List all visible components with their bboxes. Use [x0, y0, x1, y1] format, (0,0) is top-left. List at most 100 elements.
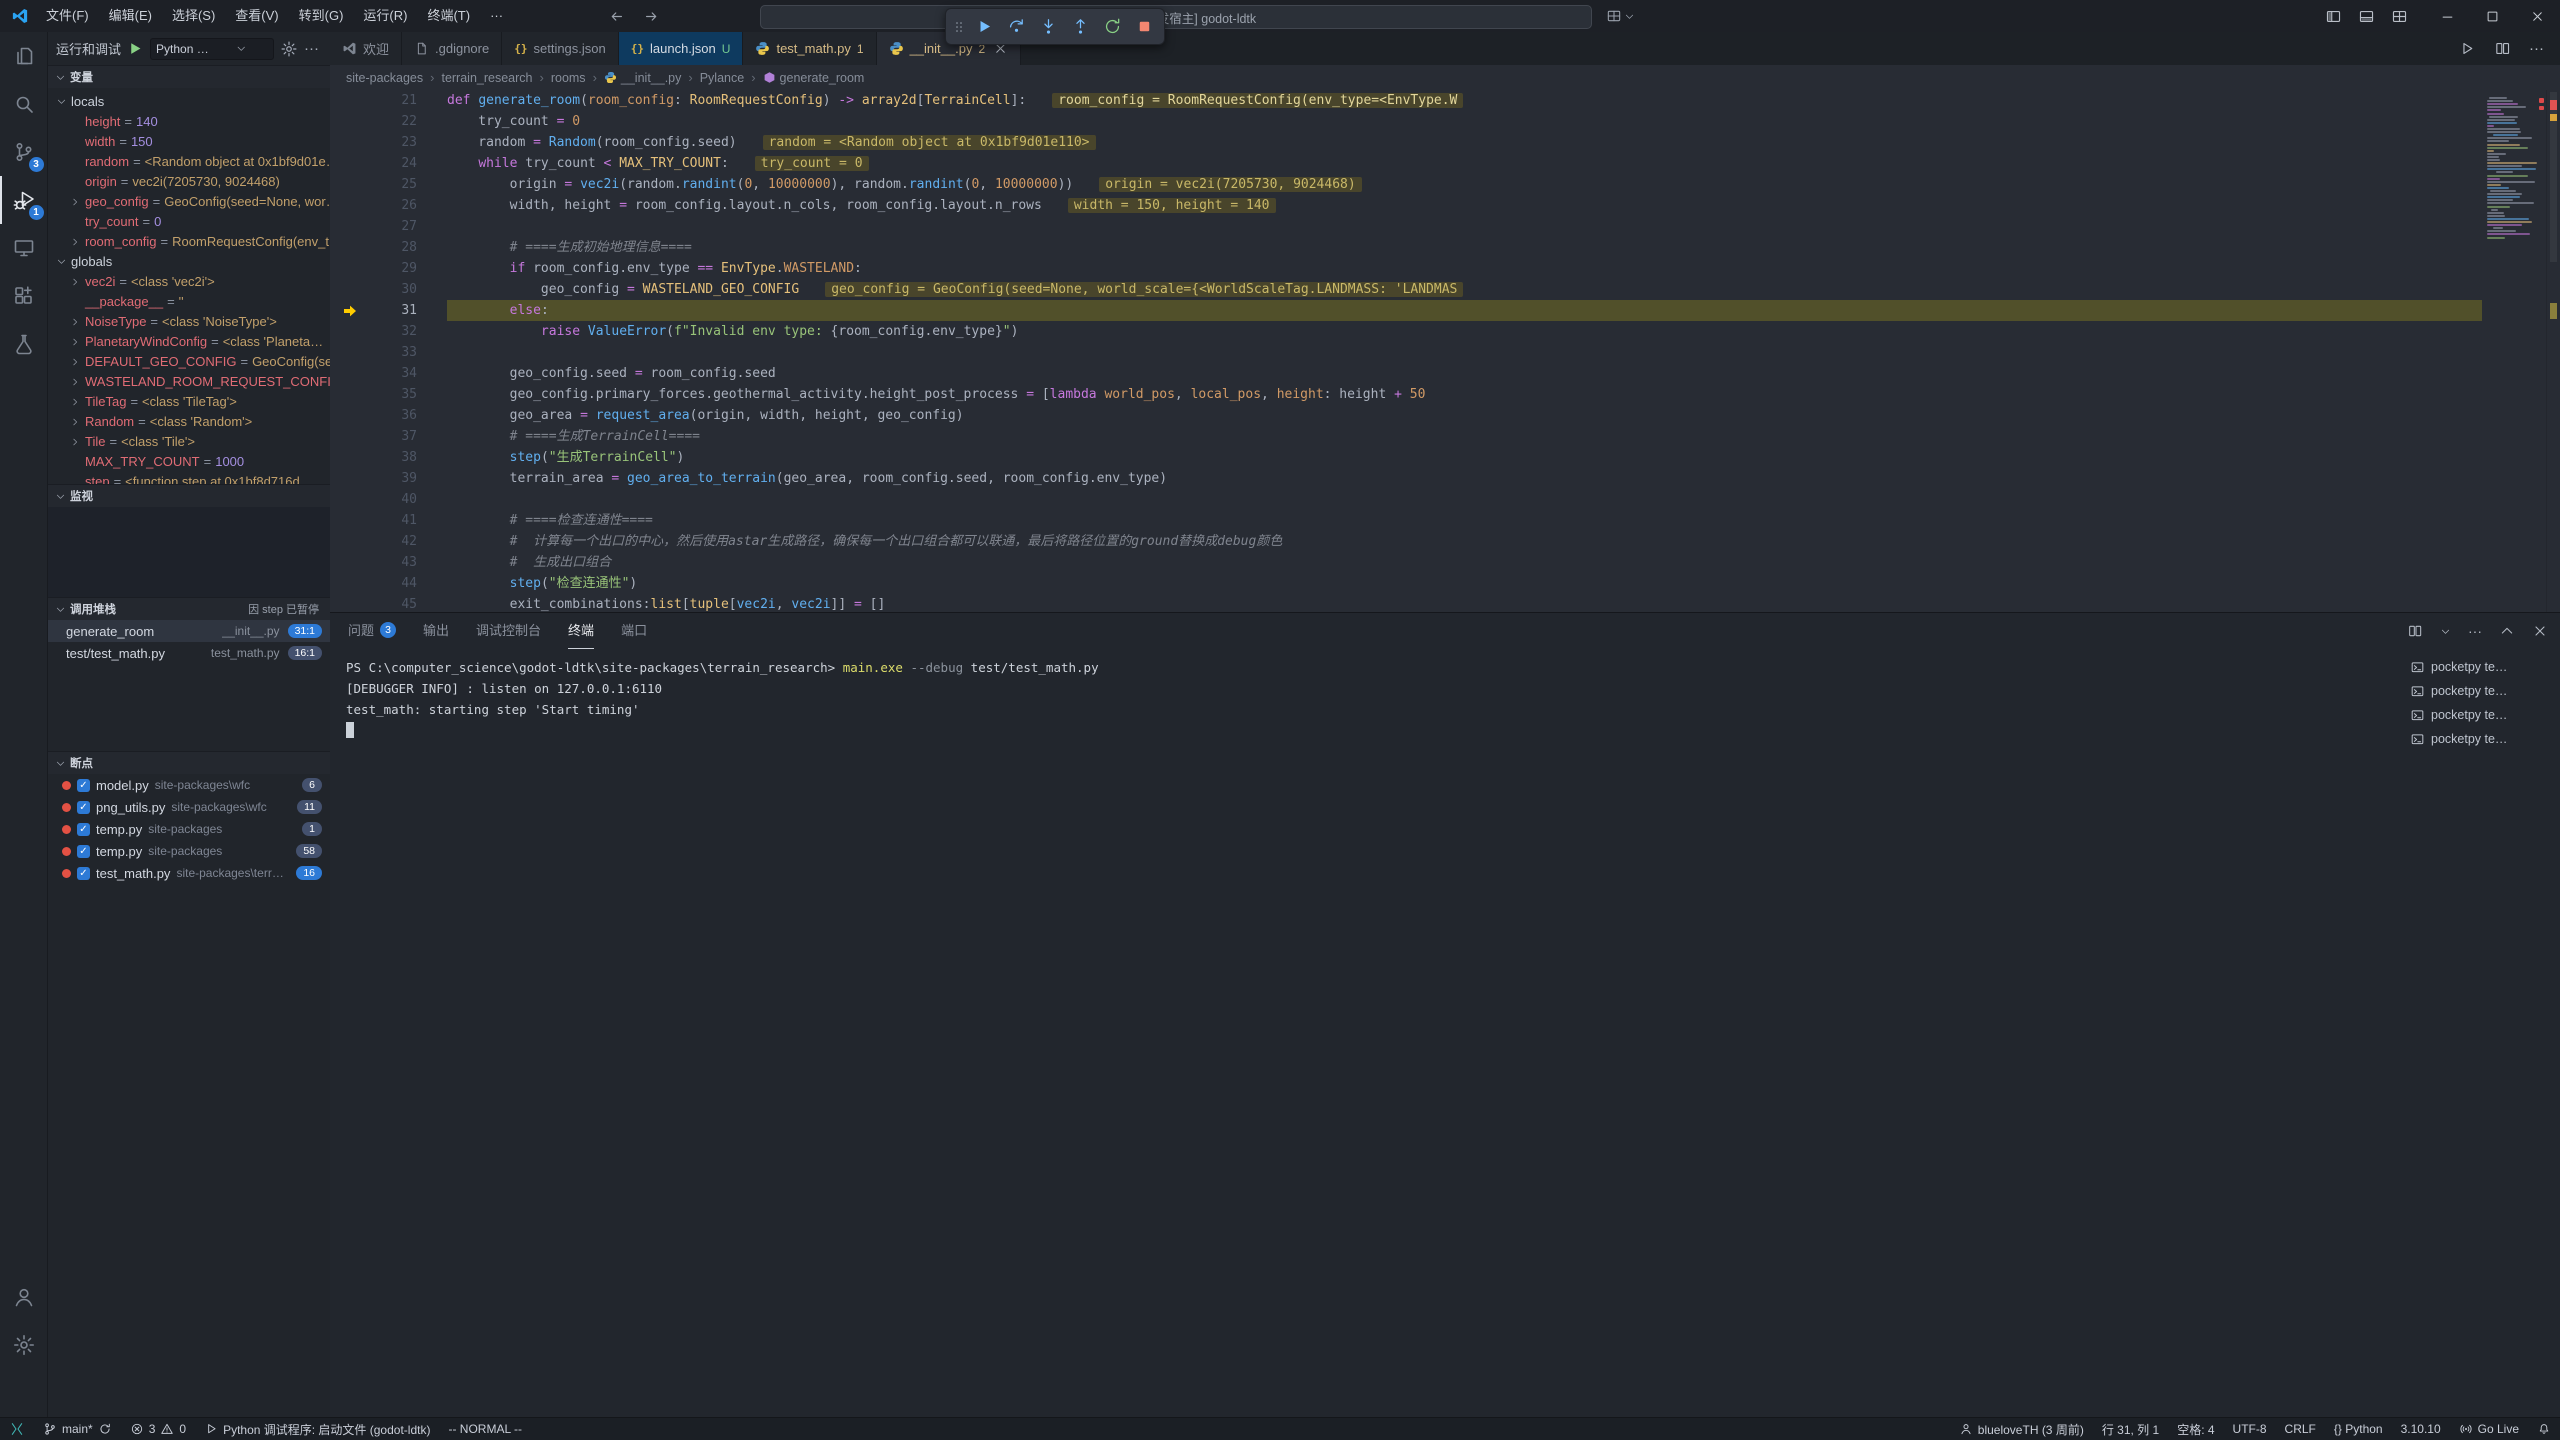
code-line[interactable]: 35 geo_config.primary_forces.geothermal_…: [330, 384, 2560, 405]
code-line[interactable]: 21def generate_room(room_config: RoomReq…: [330, 90, 2560, 111]
breakpoint-row[interactable]: ✓temp.pysite-packages1: [48, 818, 330, 840]
command-center[interactable]: [扩展开发宿主] godot-ldtk: [760, 5, 1592, 29]
panel-more-icon[interactable]: ···: [2468, 623, 2482, 639]
variable-row[interactable]: NoiseType=<class 'NoiseType'>: [48, 311, 330, 331]
tab-欢迎[interactable]: 欢迎: [330, 32, 402, 65]
breakpoint-row[interactable]: ✓test_math.pysite-packages\terrain_res…1…: [48, 862, 330, 884]
code-line[interactable]: 40: [330, 489, 2560, 510]
code-line[interactable]: 36 geo_area = request_area(origin, width…: [330, 405, 2560, 426]
breadcrumb-item[interactable]: generate_room: [763, 71, 865, 85]
variable-row[interactable]: room_config=RoomRequestConfig(env_t…: [48, 231, 330, 251]
code-line[interactable]: 33: [330, 342, 2560, 363]
variable-row[interactable]: vec2i=<class 'vec2i'>: [48, 271, 330, 291]
variable-row[interactable]: height=140: [48, 111, 330, 131]
variable-row[interactable]: DEFAULT_GEO_CONFIG=GeoConfig(seed=1…: [48, 351, 330, 371]
variable-scope-globals[interactable]: globals: [48, 251, 330, 271]
panel-tab-问题[interactable]: 问题3: [348, 613, 396, 649]
terminal-instance[interactable]: pocketpy te…: [2404, 655, 2554, 679]
breakpoint-row[interactable]: ✓png_utils.pysite-packages\wfc11: [48, 796, 330, 818]
code-line[interactable]: 23 random = Random(room_config.seed)rand…: [330, 132, 2560, 153]
breakpoint-checkbox[interactable]: ✓: [77, 823, 90, 836]
maximize-panel-icon[interactable]: [2499, 623, 2515, 639]
variable-row[interactable]: WASTELAND_ROOM_REQUEST_CONFIG=RoomR…: [48, 371, 330, 391]
variable-row[interactable]: TileTag=<class 'TileTag'>: [48, 391, 330, 411]
variable-row[interactable]: Tile=<class 'Tile'>: [48, 431, 330, 451]
toggle-sidebar-icon[interactable]: [2320, 8, 2347, 25]
close-button[interactable]: [2515, 0, 2560, 32]
breakpoint-checkbox[interactable]: ✓: [77, 867, 90, 880]
code-line[interactable]: 29 if room_config.env_type == EnvType.WA…: [330, 258, 2560, 279]
step-over-button[interactable]: [1002, 12, 1031, 41]
status-language[interactable]: {} Python: [2325, 1418, 2392, 1440]
gear-icon[interactable]: [280, 40, 298, 58]
breakpoint-row[interactable]: ✓temp.pysite-packages58: [48, 840, 330, 862]
variable-row[interactable]: Random=<class 'Random'>: [48, 411, 330, 431]
debug-config-select[interactable]: Python 调试程序: 启动文件: [150, 38, 274, 60]
back-icon[interactable]: [608, 8, 625, 25]
menu-item[interactable]: 文件(F): [36, 0, 99, 32]
variable-row[interactable]: MAX_TRY_COUNT=1000: [48, 451, 330, 471]
status-python-version[interactable]: 3.10.10: [2392, 1418, 2450, 1440]
status-cursor-position[interactable]: 行 31, 列 1: [2093, 1418, 2168, 1440]
stack-frame[interactable]: test/test_math.pytest_math.py16:1: [48, 642, 330, 664]
code-line[interactable]: 24 while try_count < MAX_TRY_COUNT:try_c…: [330, 153, 2560, 174]
status-problems[interactable]: 30: [121, 1418, 195, 1440]
panel-tab-调试控制台[interactable]: 调试控制台: [476, 613, 541, 649]
terminal-output[interactable]: PS C:\computer_science\godot-ldtk\site-p…: [346, 657, 1099, 741]
split-terminal-icon[interactable]: [2407, 623, 2423, 639]
menu-item[interactable]: 运行(R): [353, 0, 417, 32]
customize-layout-icon[interactable]: [2386, 8, 2413, 25]
code-line[interactable]: 44 step("检查连通性"): [330, 573, 2560, 594]
status-remote[interactable]: [0, 1418, 34, 1440]
menu-item[interactable]: 终端(T): [417, 0, 480, 32]
breakpoint-checkbox[interactable]: ✓: [77, 801, 90, 814]
minimap[interactable]: [2482, 90, 2546, 612]
remote-window-button[interactable]: [1606, 5, 1635, 27]
status-branch[interactable]: main*: [34, 1418, 121, 1440]
variable-row[interactable]: PlanetaryWindConfig=<class 'Planeta…: [48, 331, 330, 351]
scrollbar[interactable]: [2546, 90, 2560, 612]
variable-row[interactable]: geo_config=GeoConfig(seed=None, wor…: [48, 191, 330, 211]
variable-row[interactable]: width=150: [48, 131, 330, 151]
code-line[interactable]: 39 terrain_area = geo_area_to_terrain(ge…: [330, 468, 2560, 489]
toggle-panel-icon[interactable]: [2353, 8, 2380, 25]
status-indentation[interactable]: 空格: 4: [2168, 1418, 2223, 1440]
activity-source-control[interactable]: 3: [0, 128, 48, 176]
code-editor[interactable]: 21def generate_room(room_config: RoomReq…: [330, 90, 2560, 612]
activity-extensions[interactable]: [0, 272, 48, 320]
status-bell[interactable]: [2528, 1418, 2560, 1440]
variable-scope-locals[interactable]: locals: [48, 91, 330, 111]
step-into-button[interactable]: [1034, 12, 1063, 41]
status-eol[interactable]: CRLF: [2276, 1418, 2325, 1440]
section-variables[interactable]: 变量: [48, 65, 330, 88]
breadcrumb-item[interactable]: terrain_research: [441, 71, 532, 85]
panel-tab-输出[interactable]: 输出: [423, 613, 449, 649]
breakpoint-row[interactable]: ✓model.pysite-packages\wfc6: [48, 774, 330, 796]
editor-more-icon[interactable]: ···: [2529, 40, 2544, 57]
terminal-instance[interactable]: pocketpy te…: [2404, 703, 2554, 727]
chevron-down-icon[interactable]: [2440, 626, 2451, 637]
maximize-button[interactable]: [2470, 0, 2515, 32]
status-encoding[interactable]: UTF-8: [2224, 1418, 2276, 1440]
start-debug-icon[interactable]: [127, 40, 144, 57]
code-line[interactable]: 37 # ====生成TerrainCell====: [330, 426, 2560, 447]
menu-item[interactable]: 编辑(E): [99, 0, 162, 32]
minimize-button[interactable]: [2425, 0, 2470, 32]
tab-launch.json[interactable]: {}launch.jsonU: [619, 32, 744, 65]
code-line[interactable]: 31 else:: [330, 300, 2560, 321]
run-file-icon[interactable]: [2459, 40, 2476, 57]
continue-button[interactable]: [970, 12, 999, 41]
activity-settings[interactable]: [0, 1321, 48, 1369]
section-watch[interactable]: 监视: [48, 484, 330, 507]
menu-item[interactable]: ···: [480, 0, 513, 32]
code-line[interactable]: 34 geo_config.seed = room_config.seed: [330, 363, 2560, 384]
activity-search[interactable]: [0, 80, 48, 128]
variable-row[interactable]: __package__='': [48, 291, 330, 311]
code-line[interactable]: 42 # 计算每一个出口的中心，然后使用astar生成路径，确保每一个出口组合都…: [330, 531, 2560, 552]
section-call-stack[interactable]: 调用堆栈因 step 已暂停: [48, 597, 330, 620]
breadcrumb-item[interactable]: Pylance: [700, 71, 744, 85]
terminal-instance[interactable]: pocketpy te…: [2404, 727, 2554, 751]
restart-button[interactable]: [1098, 12, 1127, 41]
menu-item[interactable]: 转到(G): [289, 0, 354, 32]
variable-row[interactable]: try_count=0: [48, 211, 330, 231]
